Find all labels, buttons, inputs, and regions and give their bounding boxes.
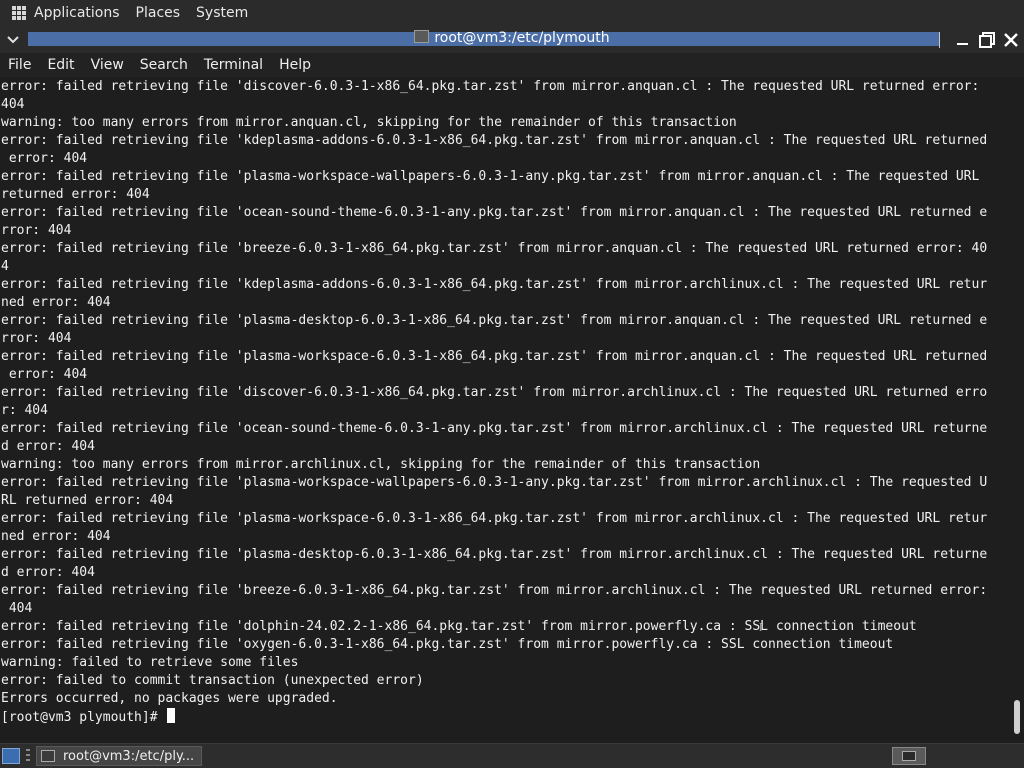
- terminal-line: warning: too many errors from mirror.anq…: [1, 115, 737, 130]
- terminal-line: error: failed retrieving file 'dolphin-2…: [1, 619, 917, 634]
- terminal-line: warning: failed to retrieve some files: [1, 655, 299, 670]
- terminal-icon: [414, 30, 430, 43]
- terminal-line: 404: [1, 601, 33, 616]
- workspace-switcher[interactable]: [892, 747, 926, 765]
- terminal-line: rror: 404: [1, 331, 72, 346]
- terminal-line: error: failed retrieving file 'breeze-6.…: [1, 583, 988, 598]
- menu-terminal[interactable]: Terminal: [204, 57, 263, 73]
- top-panel: Applications Places System: [0, 0, 1024, 26]
- show-desktop-icon[interactable]: [2, 748, 20, 764]
- taskbar-terminal-item[interactable]: root@vm3:/etc/ply...: [36, 746, 202, 766]
- taskbar-item-label: root@vm3:/etc/ply...: [63, 748, 195, 764]
- terminal-line: error: failed retrieving file 'plasma-wo…: [1, 511, 988, 526]
- terminal-line: d error: 404: [1, 565, 95, 580]
- terminal-line: error: failed retrieving file 'plasma-wo…: [1, 349, 988, 364]
- terminal-line: error: failed retrieving file 'discover-…: [1, 385, 988, 400]
- terminal-cursor: [167, 708, 176, 723]
- workspace-window-icon: [902, 751, 916, 761]
- scrollbar-thumb[interactable]: [1014, 700, 1020, 734]
- terminal-line: error: failed to commit transaction (une…: [1, 673, 424, 688]
- close-icon[interactable]: [1002, 31, 1020, 49]
- maximize-icon[interactable]: [978, 31, 996, 49]
- terminal-line: error: failed retrieving file 'discover-…: [1, 79, 980, 94]
- terminal-scrollbar[interactable]: [1010, 78, 1024, 738]
- terminal-line: error: failed retrieving file 'kdeplasma…: [1, 133, 988, 148]
- terminal-line: r: 404: [1, 403, 48, 418]
- menu-view[interactable]: View: [91, 57, 124, 73]
- terminal-line: 4: [1, 259, 9, 274]
- terminal-line: d error: 404: [1, 439, 95, 454]
- terminal-line: error: 404: [1, 367, 88, 382]
- shell-prompt: [root@vm3 plymouth]#: [1, 710, 166, 725]
- terminal-icon: [41, 750, 55, 762]
- minimize-icon[interactable]: [954, 31, 972, 49]
- terminal-line: rror: 404: [1, 223, 72, 238]
- places-menu[interactable]: Places: [136, 5, 181, 21]
- terminal-menubar: File Edit View Search Terminal Help: [0, 53, 1024, 77]
- menu-search[interactable]: Search: [140, 57, 188, 73]
- terminal-line: error: failed retrieving file 'plasma-de…: [1, 547, 988, 562]
- terminal-line: error: failed retrieving file 'ocean-sou…: [1, 205, 988, 220]
- terminal-line: error: failed retrieving file 'plasma-wo…: [1, 475, 988, 490]
- terminal-line: error: failed retrieving file 'kdeplasma…: [1, 277, 988, 292]
- bottom-taskbar: root@vm3:/etc/ply...: [0, 743, 1024, 768]
- terminal-line: error: failed retrieving file 'plasma-de…: [1, 313, 988, 328]
- terminal-line: error: failed retrieving file 'breeze-6.…: [1, 241, 988, 256]
- titlebar-separator: [939, 31, 940, 48]
- top-panel-menus: Applications Places System: [34, 5, 248, 21]
- terminal-line: RL returned error: 404: [1, 493, 174, 508]
- terminal-line: error: 404: [1, 151, 88, 166]
- text-cursor-icon: [759, 623, 762, 631]
- applications-menu[interactable]: Applications: [34, 5, 120, 21]
- window-controls: [939, 26, 1024, 53]
- terminal-line: warning: too many errors from mirror.arc…: [1, 457, 761, 472]
- terminal-line: 404: [1, 97, 25, 112]
- taskbar-grip-icon: [26, 749, 32, 764]
- terminal-line: error: failed retrieving file 'plasma-wo…: [1, 169, 980, 184]
- window-title-text: root@vm3:/etc/plymouth: [434, 30, 610, 46]
- window-title: root@vm3:/etc/plymouth: [0, 30, 1024, 46]
- terminal-line: error: failed retrieving file 'ocean-sou…: [1, 421, 988, 436]
- applications-grid-icon[interactable]: [12, 6, 26, 20]
- terminal-line: ned error: 404: [1, 295, 111, 310]
- menu-help[interactable]: Help: [279, 57, 311, 73]
- system-menu[interactable]: System: [196, 5, 248, 21]
- terminal-line: ned error: 404: [1, 529, 111, 544]
- terminal-prompt-line[interactable]: [root@vm3 plymouth]#: [1, 708, 1011, 726]
- terminal-line: returned error: 404: [1, 187, 150, 202]
- terminal-line: Errors occurred, no packages were upgrad…: [1, 691, 338, 706]
- terminal-line: error: failed retrieving file 'oxygen-6.…: [1, 637, 894, 652]
- menu-edit[interactable]: Edit: [47, 57, 74, 73]
- terminal-output[interactable]: error: failed retrieving file 'discover-…: [0, 78, 1011, 738]
- menu-file[interactable]: File: [8, 57, 31, 73]
